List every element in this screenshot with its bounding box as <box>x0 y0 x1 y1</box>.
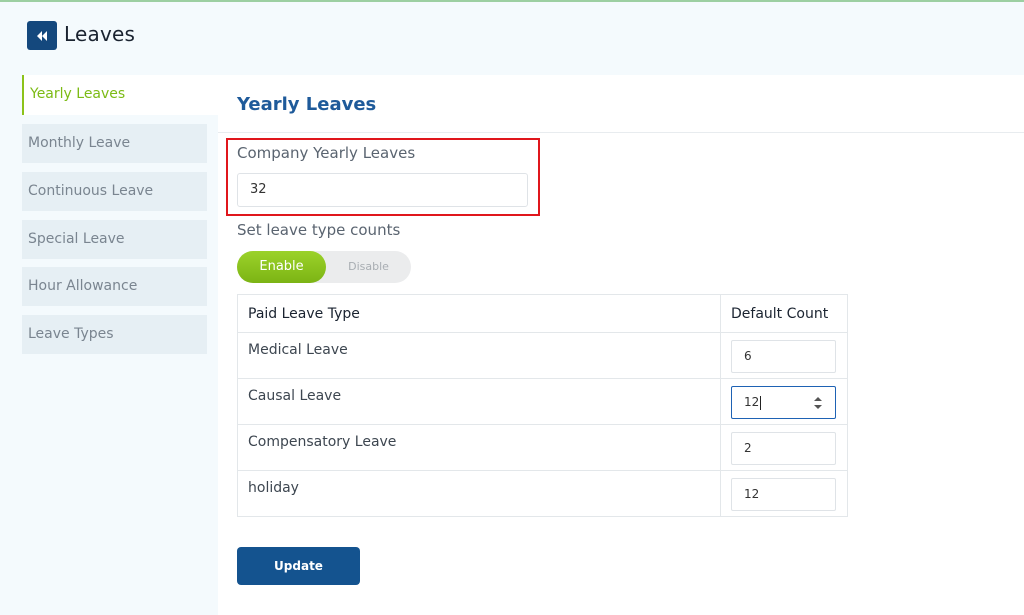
update-button[interactable]: Update <box>237 547 360 585</box>
page-title: Leaves <box>64 22 136 46</box>
leave-type-name: holiday <box>237 470 721 517</box>
column-header-type: Paid Leave Type <box>237 294 721 333</box>
sidebar-item-leave-types[interactable]: Leave Types <box>22 315 207 354</box>
sidebar-item-label: Hour Allowance <box>28 278 138 294</box>
sidebar-item-label: Continuous Leave <box>28 183 154 199</box>
count-input[interactable]: 12 <box>731 478 836 511</box>
sidebar-item-yearly-leaves[interactable]: Yearly Leaves <box>22 75 218 115</box>
company-yearly-label: Company Yearly Leaves <box>237 144 416 162</box>
table-row: holiday 12 <box>237 470 848 517</box>
double-chevron-left-icon <box>37 30 47 41</box>
count-cell: 12 <box>720 378 848 425</box>
page-header: Leaves <box>0 2 1024 75</box>
sidebar-item-label: Monthly Leave <box>28 135 131 151</box>
count-cell: 6 <box>720 332 848 379</box>
leave-type-name: Causal Leave <box>237 378 721 425</box>
count-value: 2 <box>744 441 752 455</box>
text-caret <box>760 395 762 410</box>
sidebar-item-continuous-leave[interactable]: Continuous Leave <box>22 172 207 211</box>
table-row: Compensatory Leave 2 <box>237 424 848 471</box>
count-cell: 2 <box>720 424 848 471</box>
toggle-disable-option[interactable]: Disable <box>326 251 411 283</box>
main-title-bar: Yearly Leaves <box>218 75 1024 133</box>
main-panel: Yearly Leaves Company Yearly Leaves 32 S… <box>218 75 1024 615</box>
back-button[interactable] <box>27 21 57 50</box>
table-row: Causal Leave 12 <box>237 378 848 425</box>
count-cell: 12 <box>720 470 848 517</box>
column-header-count: Default Count <box>720 294 848 333</box>
spinner-arrows-icon[interactable] <box>813 395 823 411</box>
sidebar-item-monthly-leave[interactable]: Monthly Leave <box>22 124 207 163</box>
sidebar: Yearly Leaves Monthly Leave Continuous L… <box>22 75 218 615</box>
section-title: Yearly Leaves <box>237 94 377 115</box>
leave-type-name: Compensatory Leave <box>237 424 721 471</box>
leave-counts-label: Set leave type counts <box>237 221 401 239</box>
company-yearly-input[interactable]: 32 <box>237 173 528 207</box>
leave-type-table: Paid Leave Type Default Count Medical Le… <box>237 294 848 517</box>
sidebar-item-special-leave[interactable]: Special Leave <box>22 220 207 259</box>
count-input[interactable]: 12 <box>731 386 836 419</box>
sidebar-item-label: Leave Types <box>28 326 114 342</box>
sidebar-item-hour-allowance[interactable]: Hour Allowance <box>22 267 207 306</box>
count-input[interactable]: 6 <box>731 340 836 373</box>
sidebar-item-label: Special Leave <box>28 231 125 247</box>
enable-toggle: Enable Disable <box>237 251 411 283</box>
table-header-row: Paid Leave Type Default Count <box>237 294 848 333</box>
table-row: Medical Leave 6 <box>237 332 848 379</box>
leave-type-name: Medical Leave <box>237 332 721 379</box>
count-input[interactable]: 2 <box>731 432 836 465</box>
count-value: 12 <box>744 395 760 409</box>
sidebar-item-label: Yearly Leaves <box>30 86 126 102</box>
count-value: 12 <box>744 487 760 501</box>
count-value: 6 <box>744 349 752 363</box>
toggle-enable-option[interactable]: Enable <box>237 251 326 283</box>
